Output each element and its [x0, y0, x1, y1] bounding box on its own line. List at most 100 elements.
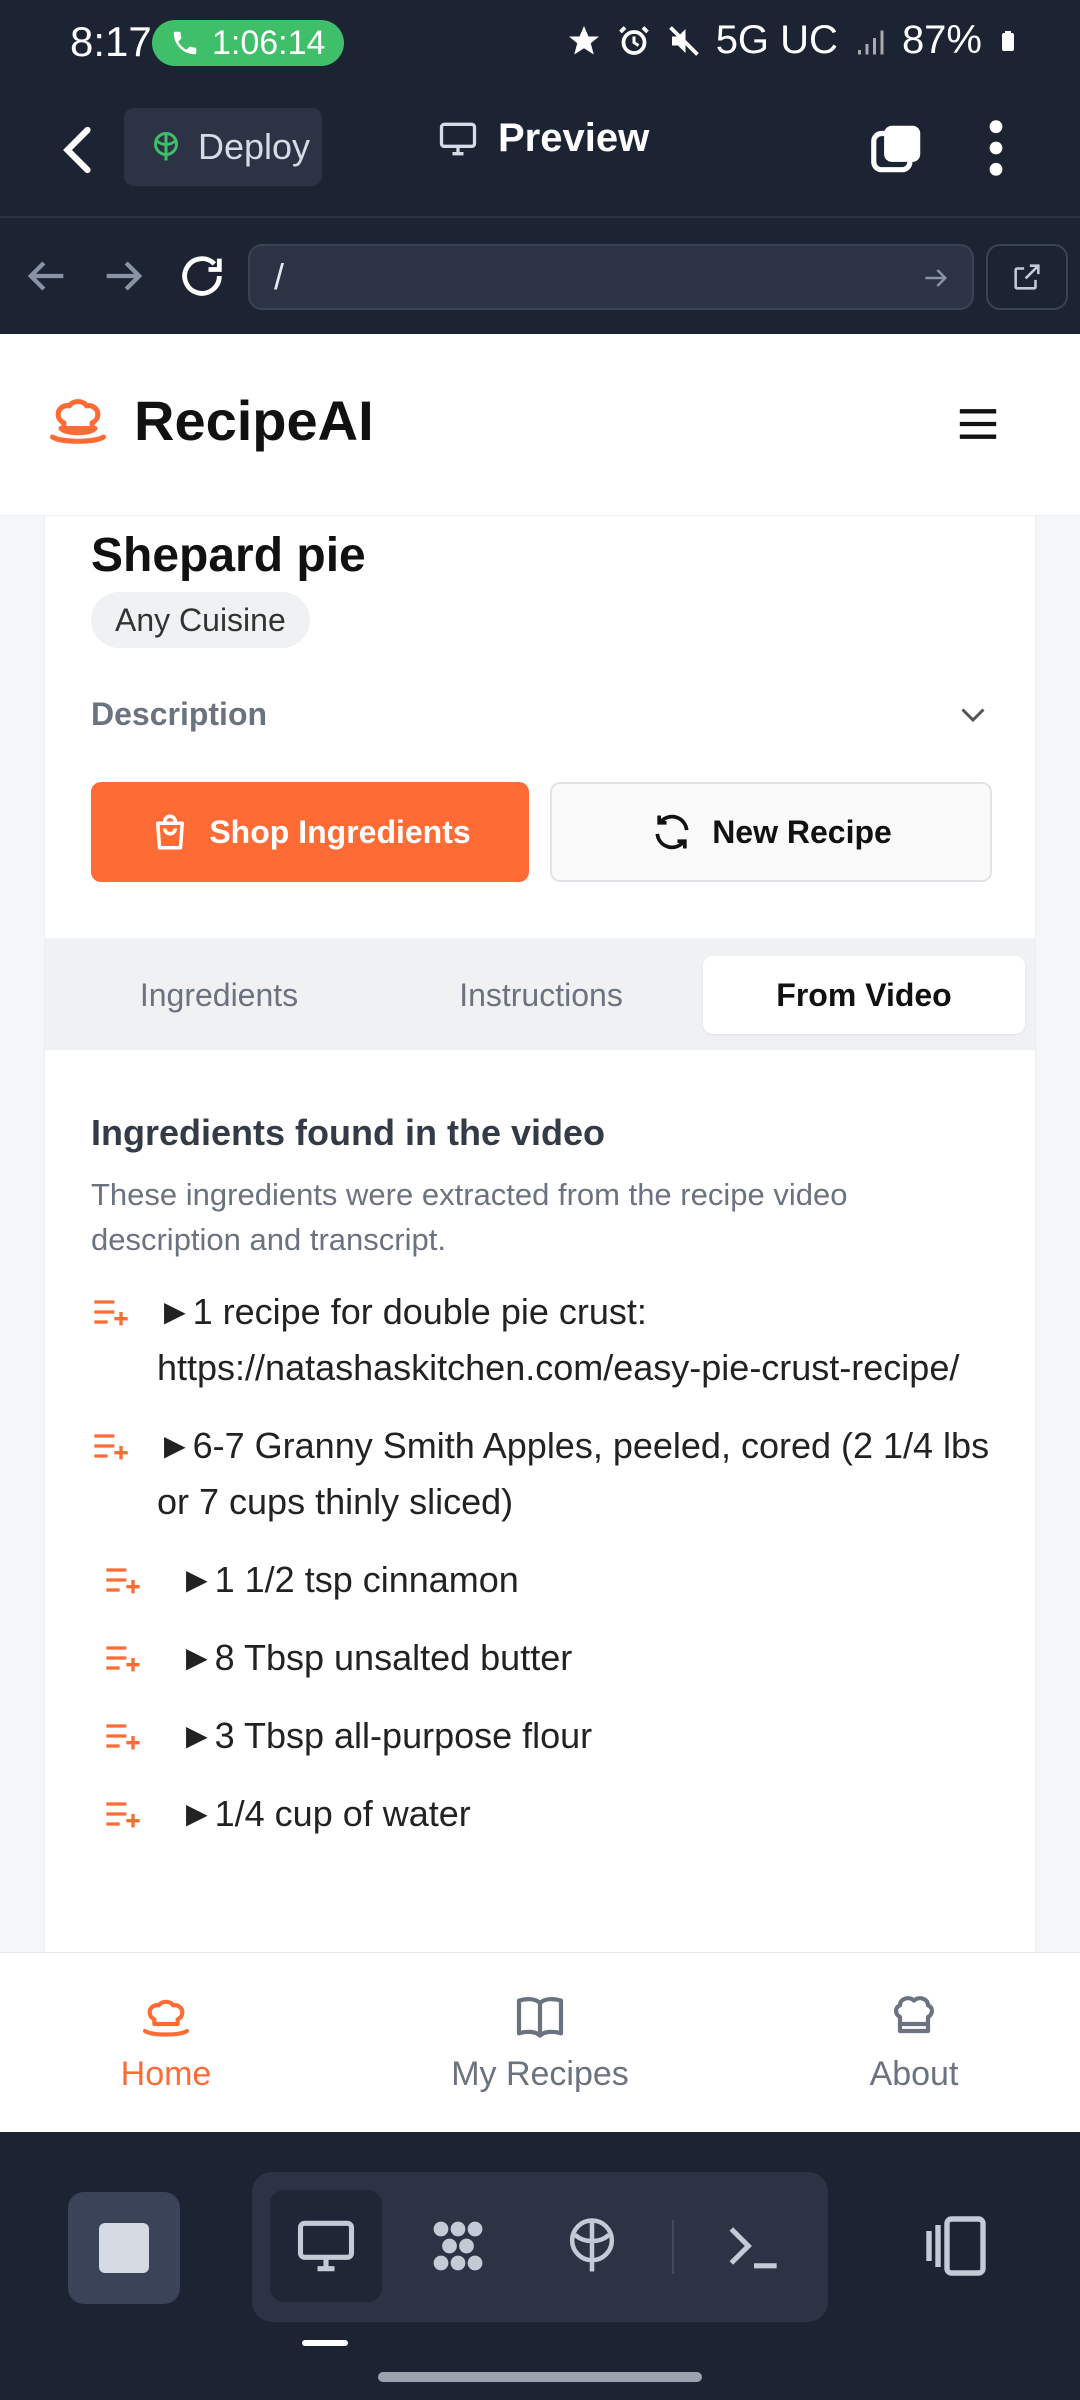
ingredient-item: ►1 recipe for double pie crust: https://…	[91, 1284, 991, 1396]
deploy-globe-icon	[569, 2218, 615, 2272]
terminal-icon	[729, 2227, 777, 2269]
tab-ingredients[interactable]: Ingredients	[59, 956, 379, 1034]
call-indicator[interactable]: 1:06:14	[152, 20, 344, 66]
chef-hat-icon	[142, 1999, 190, 2037]
ingredient-text: ►1/4 cup of water	[179, 1793, 471, 1834]
description-label: Description	[91, 695, 268, 732]
ingredient-text: ►6-7 Granny Smith Apples, peeled, cored …	[157, 1425, 990, 1522]
nav-my-recipes-label: My Recipes	[451, 2055, 629, 2093]
dock-shell[interactable]	[698, 2190, 810, 2302]
open-external-button[interactable]	[986, 244, 1068, 310]
layout-toggle-icon[interactable]	[920, 2210, 992, 2282]
add-to-list-icon[interactable]	[103, 1560, 143, 1600]
deploy-label: Deploy	[198, 126, 311, 167]
ingredient-item: ►1 1/2 tsp cinnamon	[91, 1552, 991, 1608]
book-icon	[516, 1997, 564, 2038]
ingredient-text: ►8 Tbsp unsalted butter	[179, 1637, 573, 1678]
refresh-icon	[655, 814, 689, 850]
star-icon	[568, 25, 599, 54]
shop-ingredients-button[interactable]: Shop Ingredients	[91, 782, 529, 882]
cuisine-badge: Any Cuisine	[91, 592, 310, 648]
video-section-subtitle: These ingredients were extracted from th…	[91, 1177, 848, 1257]
stop-button[interactable]	[68, 2192, 180, 2304]
recipe-card: Shepard pie Any Cuisine Description Shop…	[44, 484, 1036, 2132]
ingredient-text: ►3 Tbsp all-purpose flour	[179, 1715, 593, 1756]
new-recipe-button[interactable]: New Recipe	[550, 782, 992, 882]
tab-instructions[interactable]: Instructions	[381, 956, 701, 1034]
call-timer: 1:06:14	[212, 23, 326, 62]
dock-preview[interactable]	[270, 2190, 382, 2302]
network-type: 5G UC	[715, 18, 838, 62]
stop-icon	[99, 2223, 149, 2273]
nav-home-label: Home	[120, 2055, 212, 2093]
recipe-title: Shepard pie	[91, 529, 366, 582]
dock-deploy[interactable]	[536, 2190, 648, 2302]
bottom-nav: Home My Recipes About	[0, 1952, 1080, 2132]
status-time: 8:17	[70, 18, 152, 65]
add-to-list-icon[interactable]	[103, 1716, 143, 1756]
battery-icon	[1002, 30, 1014, 51]
back-arrow-icon[interactable]	[50, 120, 110, 180]
add-to-list-icon[interactable]	[91, 1426, 131, 1466]
ingredient-text: ►1 recipe for double pie crust: https://…	[157, 1291, 960, 1388]
dock-divider	[672, 2220, 674, 2274]
ide-dock-area	[0, 2132, 1080, 2400]
external-link-icon	[1014, 264, 1040, 290]
menu-icon[interactable]	[956, 404, 1000, 444]
nav-back-icon[interactable]	[20, 250, 72, 302]
add-to-list-icon[interactable]	[103, 1794, 143, 1834]
nav-my-recipes[interactable]: My Recipes	[420, 1989, 660, 2094]
ingredient-text: ►1 1/2 tsp cinnamon	[179, 1559, 519, 1600]
cluster-icon	[433, 2221, 483, 2271]
add-to-list-icon[interactable]	[91, 1292, 131, 1332]
signal-icon	[857, 30, 884, 54]
tab-from-video[interactable]: From Video	[703, 956, 1025, 1034]
dock-workspace[interactable]	[402, 2190, 514, 2302]
home-indicator[interactable]	[378, 2372, 702, 2382]
url-value: /	[274, 256, 285, 297]
brand-name[interactable]: RecipeAI	[134, 388, 374, 453]
tool-dock	[252, 2172, 828, 2322]
ingredient-item: ►6-7 Granny Smith Apples, peeled, cored …	[91, 1418, 991, 1530]
add-to-list-icon[interactable]	[103, 1638, 143, 1678]
chef-hat-outline-icon	[893, 1996, 935, 2034]
web-preview: RecipeAI Shepard pie Any Cuisine Descrip…	[0, 334, 1080, 2132]
deploy-icon	[154, 132, 178, 161]
chevron-down-icon	[961, 708, 985, 723]
site-header: RecipeAI	[0, 334, 1080, 516]
dock-active-indicator	[302, 2340, 348, 2346]
reload-icon[interactable]	[176, 250, 228, 302]
alarm-icon	[618, 25, 649, 55]
phone-icon	[173, 31, 197, 55]
ingredient-item: ►8 Tbsp unsalted butter	[91, 1630, 991, 1686]
nav-about[interactable]: About	[794, 1989, 1034, 2094]
monitor-icon	[439, 122, 477, 155]
video-section-title: Ingredients found in the video	[91, 1112, 606, 1153]
nav-about-label: About	[869, 2055, 959, 2093]
ingredient-item: ►3 Tbsp all-purpose flour	[91, 1708, 991, 1764]
nav-forward-icon[interactable]	[98, 250, 150, 302]
battery-percent: 87%	[901, 18, 982, 62]
mute-icon	[668, 25, 699, 56]
status-icons: 5G UC 87%	[566, 18, 1020, 63]
deploy-button[interactable]: Deploy	[124, 108, 322, 186]
ingredient-item: ►1/4 cup of water	[91, 1786, 991, 1842]
url-row: /	[0, 220, 1080, 334]
new-recipe-label: New Recipe	[712, 813, 892, 850]
recipe-tabs: Ingredients Instructions From Video	[45, 938, 1035, 1050]
chef-hat-logo-icon	[49, 399, 107, 444]
go-arrow-icon[interactable]	[920, 262, 952, 294]
tabs-icon[interactable]	[866, 118, 928, 180]
nav-home[interactable]: Home	[46, 1989, 286, 2094]
more-options-icon[interactable]	[978, 116, 1014, 180]
ingredient-list: ►1 recipe for double pie crust: https://…	[91, 1284, 991, 1864]
status-bar: 8:17 1:06:14 5G UC 87%	[0, 0, 1080, 88]
app-bar: Deploy Preview	[0, 88, 1080, 218]
preview-title: Preview	[436, 116, 649, 161]
preview-label: Preview	[498, 116, 650, 160]
monitor-icon	[297, 2220, 355, 2272]
description-toggle[interactable]: Description	[91, 684, 991, 744]
url-input[interactable]: /	[248, 244, 974, 310]
shopping-bag-icon	[156, 814, 185, 850]
shop-ingredients-label: Shop Ingredients	[209, 813, 471, 850]
